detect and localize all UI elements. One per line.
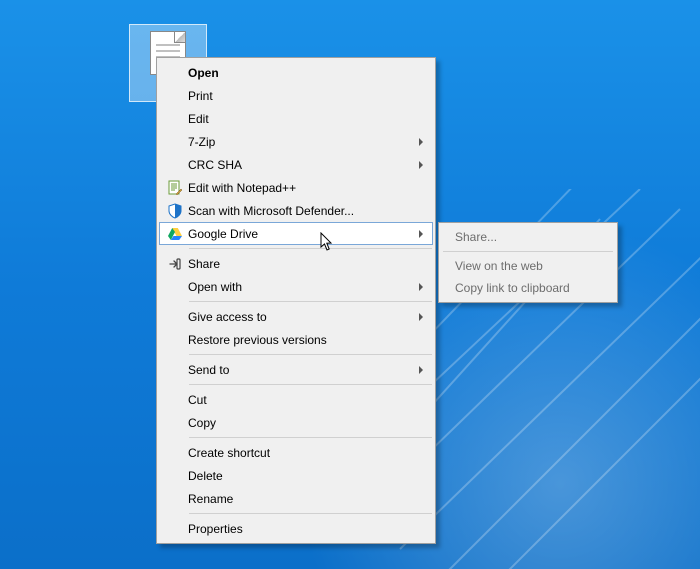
menu-rename-label: Rename [188,492,409,506]
menu-cut-label: Cut [188,393,409,407]
menu-defender[interactable]: Scan with Microsoft Defender... [159,199,433,222]
menu-7zip-label: 7-Zip [188,135,409,149]
chevron-right-icon [419,366,423,374]
menu-copy[interactable]: Copy [159,411,433,434]
chevron-right-icon [419,161,423,169]
menu-open-label: Open [188,66,409,80]
menu-google-drive[interactable]: Google Drive [159,222,433,245]
separator [189,301,432,302]
google-drive-icon [162,225,188,243]
desktop[interactable]: IV Open Print Edit 7-Zip CRC SHA [0,0,700,569]
submenu-copy-link-label: Copy link to clipboard [455,281,570,295]
submenu-view-on-web[interactable]: View on the web [441,255,615,277]
separator [189,248,432,249]
notepadpp-icon [162,179,188,197]
chevron-right-icon [419,138,423,146]
menu-edit-label: Edit [188,112,409,126]
context-menu: Open Print Edit 7-Zip CRC SHA [156,57,436,544]
menu-notepadpp[interactable]: Edit with Notepad++ [159,176,433,199]
submenu-share-label: Share... [455,230,497,244]
menu-properties-label: Properties [188,522,409,536]
menu-share[interactable]: Share [159,252,433,275]
menu-print-label: Print [188,89,409,103]
menu-open-with-label: Open with [188,280,409,294]
separator [189,437,432,438]
menu-shortcut-label: Create shortcut [188,446,409,460]
menu-properties[interactable]: Properties [159,517,433,540]
menu-copy-label: Copy [188,416,409,430]
chevron-right-icon [419,313,423,321]
menu-edit[interactable]: Edit [159,107,433,130]
google-drive-submenu: Share... View on the web Copy link to cl… [438,222,618,303]
menu-delete-label: Delete [188,469,409,483]
submenu-view-web-label: View on the web [455,259,543,273]
menu-defender-label: Scan with Microsoft Defender... [188,204,409,218]
menu-print[interactable]: Print [159,84,433,107]
menu-7zip[interactable]: 7-Zip [159,130,433,153]
menu-send-to[interactable]: Send to [159,358,433,381]
menu-google-drive-label: Google Drive [188,227,409,241]
chevron-right-icon [419,230,423,238]
menu-open-with[interactable]: Open with [159,275,433,298]
menu-give-access-to[interactable]: Give access to [159,305,433,328]
menu-create-shortcut[interactable]: Create shortcut [159,441,433,464]
defender-shield-icon [162,202,188,220]
menu-restore-versions[interactable]: Restore previous versions [159,328,433,351]
separator [189,354,432,355]
submenu-copy-link[interactable]: Copy link to clipboard [441,277,615,299]
menu-cut[interactable]: Cut [159,388,433,411]
menu-give-access-label: Give access to [188,310,409,324]
menu-rename[interactable]: Rename [159,487,433,510]
menu-notepadpp-label: Edit with Notepad++ [188,181,409,195]
chevron-right-icon [419,283,423,291]
submenu-share[interactable]: Share... [441,226,615,248]
menu-crcsha-label: CRC SHA [188,158,409,172]
menu-crcsha[interactable]: CRC SHA [159,153,433,176]
separator [189,384,432,385]
share-icon [162,255,188,273]
menu-send-to-label: Send to [188,363,409,377]
menu-open[interactable]: Open [159,61,433,84]
separator [443,251,613,252]
menu-share-label: Share [188,257,409,271]
separator [189,513,432,514]
menu-delete[interactable]: Delete [159,464,433,487]
menu-restore-label: Restore previous versions [188,333,409,347]
